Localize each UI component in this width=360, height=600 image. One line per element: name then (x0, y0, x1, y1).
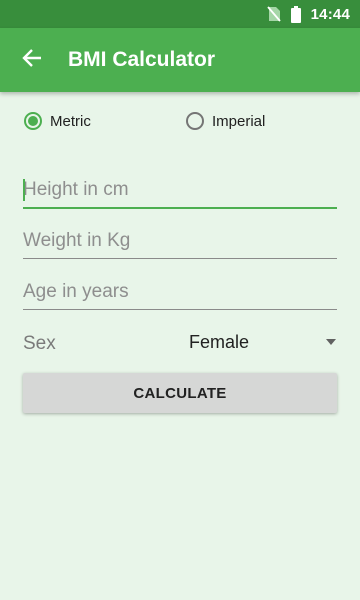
sex-label: Sex (23, 333, 56, 354)
text-cursor (23, 179, 25, 201)
radio-unchecked-icon (186, 112, 204, 130)
metric-radio[interactable]: Metric (24, 112, 91, 130)
clock: 14:44 (310, 5, 350, 23)
radio-checked-icon (24, 112, 42, 130)
back-button[interactable] (12, 40, 52, 80)
weight-field[interactable] (23, 219, 337, 259)
calculate-button[interactable]: CALCULATE (23, 373, 337, 413)
sex-dropdown[interactable]: Female (180, 322, 340, 362)
unit-radio-group: Metric Imperial (24, 112, 336, 144)
app-bar: BMI Calculator (0, 28, 360, 92)
dropdown-arrow-icon (326, 332, 336, 350)
calculate-button-label: CALCULATE (133, 384, 227, 402)
page-title: BMI Calculator (68, 48, 216, 71)
height-input[interactable] (23, 179, 337, 201)
age-field[interactable] (23, 270, 337, 310)
arrow-back-icon (22, 48, 42, 73)
metric-label: Metric (50, 112, 91, 130)
battery-icon (290, 5, 301, 23)
height-field[interactable] (23, 169, 337, 209)
status-bar: 14:44 (0, 0, 360, 28)
weight-input[interactable] (23, 230, 337, 252)
sex-selected-value: Female (189, 331, 250, 352)
imperial-radio[interactable]: Imperial (186, 112, 265, 130)
age-input[interactable] (23, 281, 337, 303)
no-sim-icon (266, 6, 281, 22)
imperial-label: Imperial (212, 112, 266, 130)
